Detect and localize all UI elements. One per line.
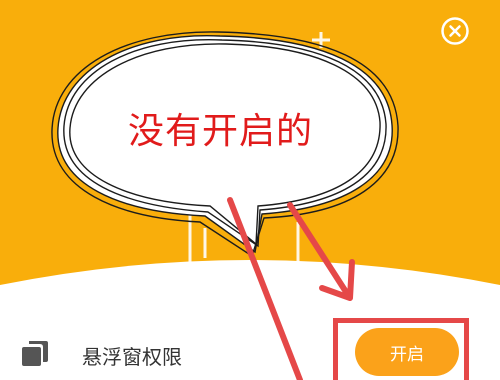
permission-dialog: 没有开启的 悬浮窗权限 开启 [0,0,500,380]
permission-label: 悬浮窗权限 [82,345,182,369]
annotation-text: 没有开启的 [128,111,314,152]
annotation-highlight-box [333,318,469,380]
overlay-window-icon [20,338,50,368]
